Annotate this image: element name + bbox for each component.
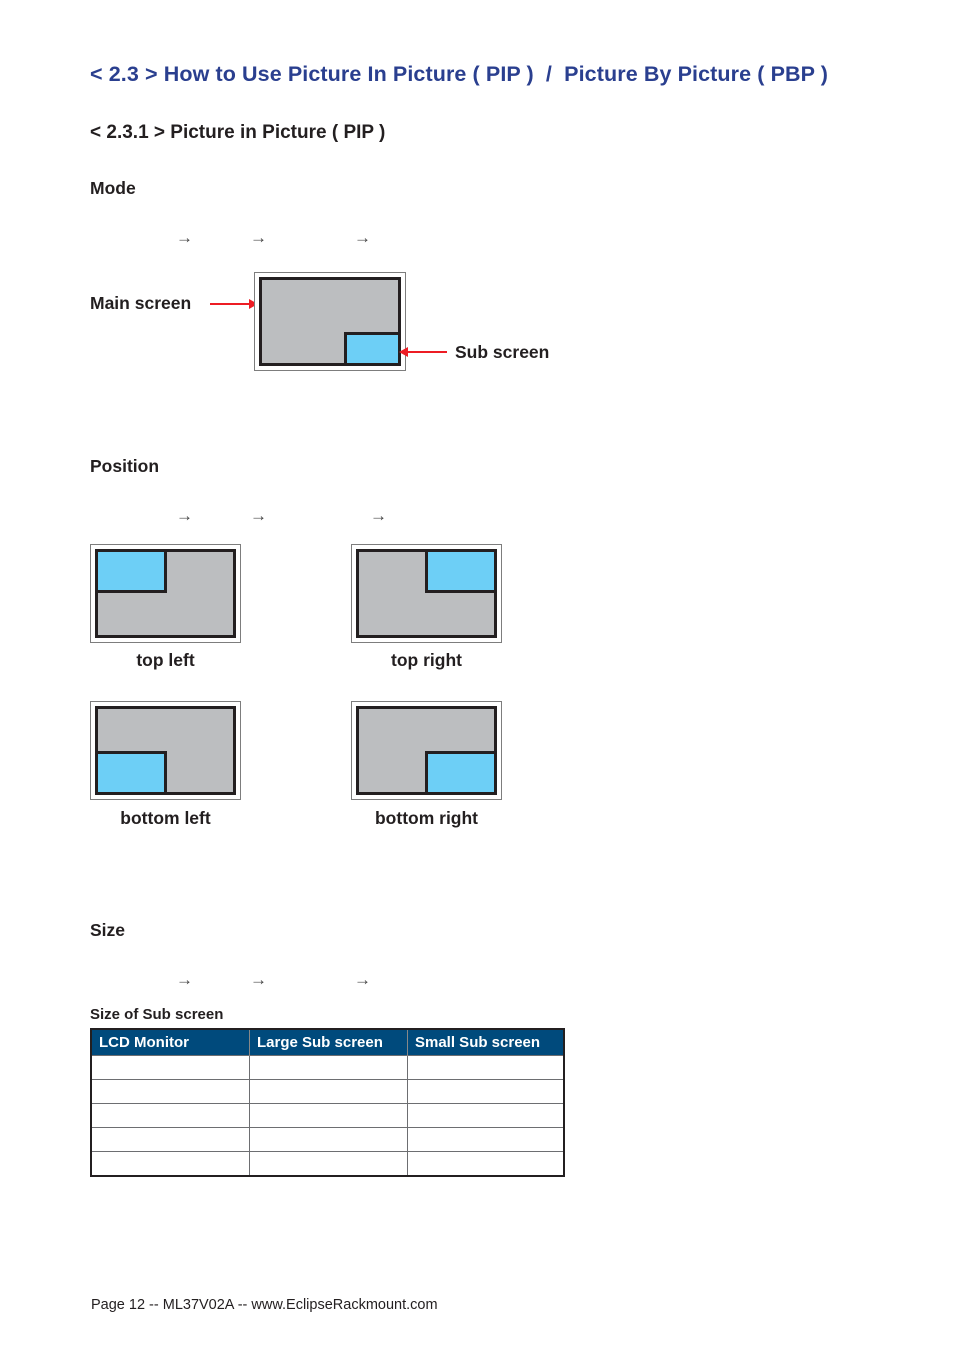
table-cell: [249, 1055, 408, 1080]
position-top-left-diagram: [90, 544, 241, 643]
main-screen-label: Main screen: [90, 293, 192, 313]
position-bottom-left-label: bottom left: [120, 808, 211, 828]
table-row: [90, 1103, 565, 1128]
sub-screen: [95, 751, 167, 795]
table-cell: [407, 1151, 565, 1177]
table-cell: [407, 1103, 565, 1128]
menu-path-arrow-icon: →: [370, 506, 387, 525]
position-top-right-diagram: [351, 544, 502, 643]
table-row: [90, 1127, 565, 1152]
table-cell: [249, 1151, 408, 1177]
table-row: [90, 1055, 565, 1080]
table-cell: [249, 1079, 408, 1104]
size-heading: Size: [90, 920, 126, 940]
position-heading: Position: [90, 456, 160, 476]
menu-path-arrow-icon: →: [176, 506, 193, 525]
subsection-title: < 2.3.1 > Picture in Picture ( PIP ): [90, 122, 386, 143]
sub-screen: [95, 549, 167, 593]
column-header-small-sub-screen: Small Sub screen: [407, 1029, 564, 1056]
table-cell: [249, 1127, 408, 1152]
sub-screen-pointer-icon: [399, 347, 447, 357]
column-header-lcd-monitor: LCD Monitor: [91, 1029, 250, 1056]
menu-path-arrow-icon: →: [250, 970, 267, 989]
table-cell: [90, 1079, 250, 1104]
main-screen: [259, 277, 401, 366]
table-cell: [90, 1127, 250, 1152]
table-header-row: LCD Monitor Large Sub screen Small Sub s…: [91, 1029, 564, 1056]
section-title: < 2.3 > How to Use Picture In Picture ( …: [90, 62, 829, 86]
sub-screen: [344, 332, 401, 366]
sub-screen: [425, 751, 497, 795]
menu-path-arrow-icon: →: [250, 506, 267, 525]
table-cell: [407, 1127, 565, 1152]
table-cell: [90, 1151, 250, 1177]
table-row: [90, 1151, 565, 1177]
size-table-caption: Size of Sub screen: [90, 1006, 224, 1023]
position-top-left-label: top left: [136, 650, 195, 670]
menu-path-arrow-icon: →: [176, 228, 193, 247]
position-bottom-left-diagram: [90, 701, 241, 800]
table-cell: [407, 1079, 565, 1104]
menu-path-arrow-icon: →: [250, 228, 267, 247]
table-cell: [90, 1055, 250, 1080]
table-cell: [407, 1055, 565, 1080]
table-row: [90, 1079, 565, 1104]
sub-screen-label: Sub screen: [455, 342, 550, 362]
mode-heading: Mode: [90, 178, 136, 198]
sub-screen: [425, 549, 497, 593]
position-bottom-right-diagram: [351, 701, 502, 800]
table-cell: [90, 1103, 250, 1128]
menu-path-arrow-icon: →: [176, 970, 193, 989]
table-cell: [249, 1103, 408, 1128]
page-footer: Page 12 -- ML37V02A -- www.EclipseRackmo…: [91, 1297, 438, 1313]
menu-path-arrow-icon: →: [354, 970, 371, 989]
main-screen-pointer-icon: [210, 299, 258, 309]
sub-screen-size-table: LCD Monitor Large Sub screen Small Sub s…: [90, 1028, 565, 1177]
column-header-large-sub-screen: Large Sub screen: [249, 1029, 408, 1056]
position-top-right-label: top right: [391, 650, 462, 670]
menu-path-arrow-icon: →: [354, 228, 371, 247]
position-bottom-right-label: bottom right: [374, 808, 479, 828]
pip-mode-diagram: [254, 272, 406, 371]
